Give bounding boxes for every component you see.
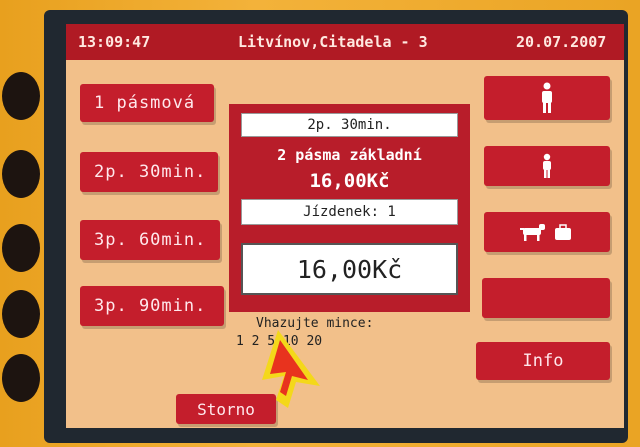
blank-button[interactable] — [482, 278, 610, 318]
info-button[interactable]: Info — [476, 342, 610, 380]
total-price: 16,00Kč — [241, 243, 458, 295]
child-icon — [543, 153, 551, 178]
date: 20.07.2007 — [516, 33, 607, 51]
slot-hole — [2, 72, 40, 120]
ticket-summary-panel: 2p. 30min. 2 pásma základní 16,00Kč Jízd… — [229, 104, 470, 312]
ticket-screen: 13:09:47 Litvínov,Citadela - 3 20.07.200… — [66, 24, 624, 428]
selected-tariff: 2p. 30min. — [241, 113, 458, 137]
status-bar: 13:09:47 Litvínov,Citadela - 3 20.07.200… — [66, 24, 624, 60]
unit-price: 16,00Kč — [309, 170, 390, 192]
slot-hole — [2, 354, 40, 402]
slot-hole — [2, 224, 40, 272]
slot-hole — [2, 150, 40, 198]
clock: 13:09:47 — [78, 33, 151, 51]
tariff-label: 3p. 90min. — [94, 296, 207, 316]
coins-label: Vhazujte mince: — [256, 316, 374, 331]
slot-hole — [2, 290, 40, 338]
passenger-adult-button[interactable] — [484, 76, 610, 120]
tariff-button-3-zone-60[interactable]: 3p. 60min. — [80, 220, 220, 260]
tariff-button-1-zone[interactable]: 1 pásmová — [80, 84, 214, 122]
passenger-child-button[interactable] — [484, 146, 610, 186]
dog-luggage-button[interactable] — [484, 212, 610, 252]
tariff-label: 2p. 30min. — [94, 162, 207, 182]
cancel-label: Storno — [197, 399, 255, 419]
tariff-label: 3p. 60min. — [94, 230, 207, 250]
tariff-button-3-zone-90[interactable]: 3p. 90min. — [80, 286, 224, 326]
location-title: Litvínov,Citadela - 3 — [238, 33, 428, 51]
cancel-button[interactable]: Storno — [176, 394, 276, 424]
dog-luggage-icon — [520, 224, 571, 241]
tariff-description: 2 pásma základní — [277, 146, 422, 164]
ticket-count: Jízdenek: 1 — [241, 199, 458, 225]
tariff-button-2-zone-30[interactable]: 2p. 30min. — [80, 152, 218, 192]
tariff-label: 1 pásmová — [94, 93, 196, 113]
adult-icon — [542, 82, 552, 113]
info-label: Info — [522, 351, 564, 371]
coin-slot-arrow-icon — [262, 330, 320, 408]
